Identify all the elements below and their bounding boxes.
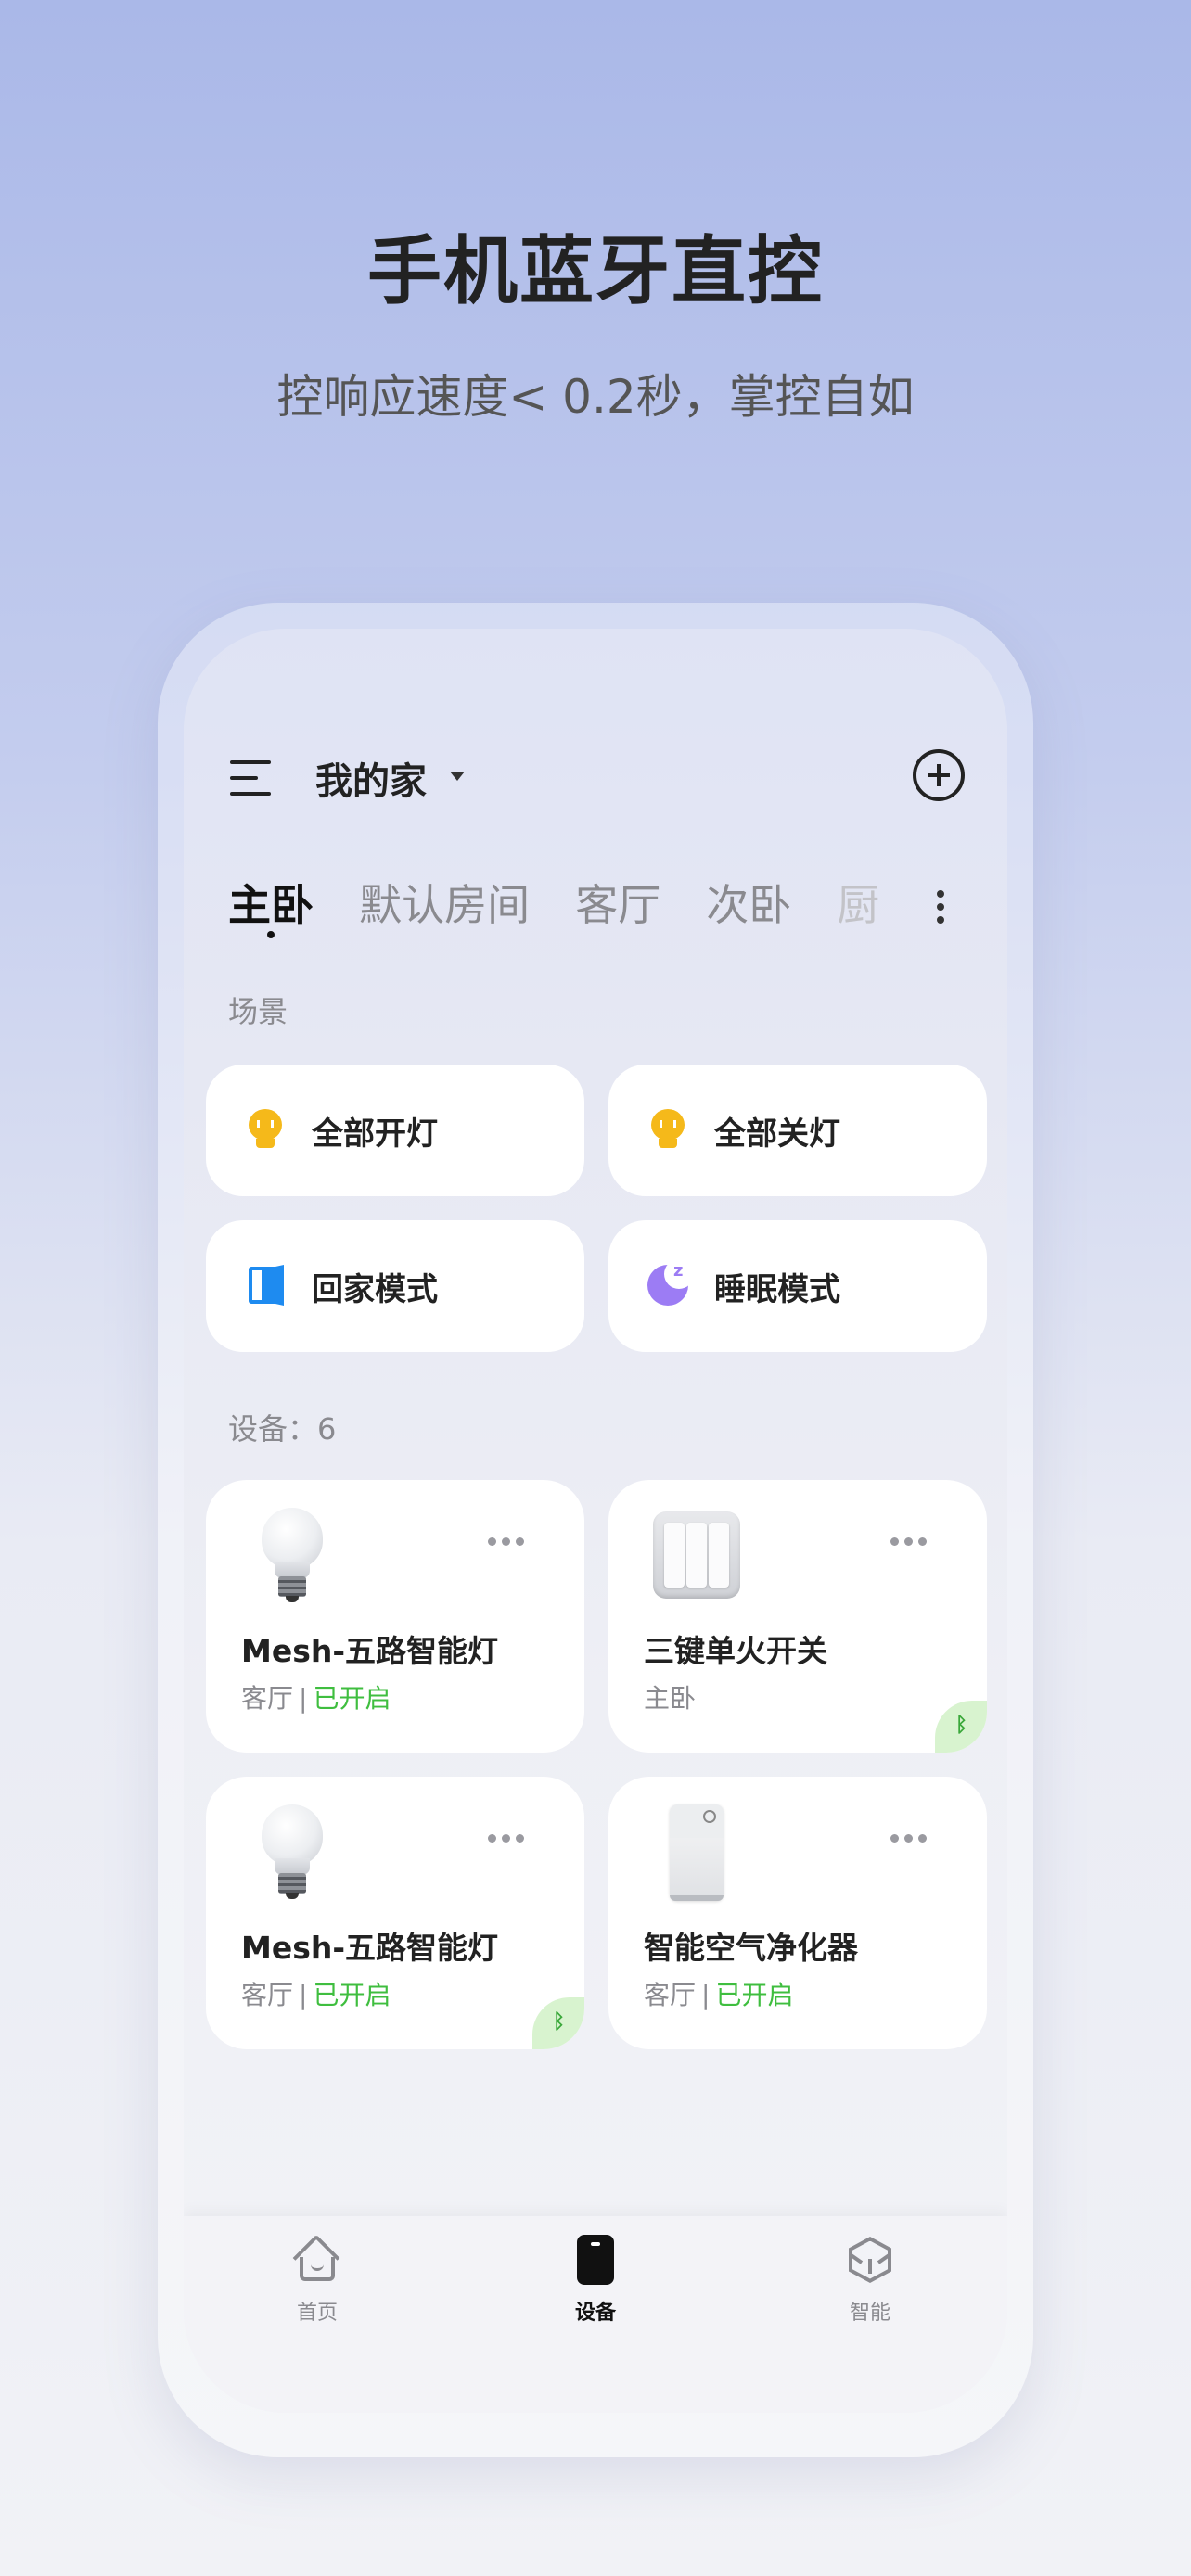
bulb-icon	[245, 1109, 286, 1150]
device-card[interactable]: Mesh-五路智能灯 客厅 | 已开启 ᛒ	[206, 1777, 584, 2049]
more-horizontal-icon[interactable]	[488, 1829, 534, 1843]
scene-label: 睡眠模式	[714, 1271, 840, 1308]
nav-label: 智能	[849, 2302, 890, 2325]
device-name: 智能空气净化器	[644, 1930, 858, 1966]
device-room: 客厅	[241, 1980, 294, 2010]
nav-devices[interactable]: 设备	[540, 2235, 651, 2326]
bluetooth-icon: ᛒ	[955, 1714, 968, 1737]
add-circle-icon[interactable]	[913, 749, 965, 801]
meta-separator: |	[701, 1980, 711, 2010]
device-room: 主卧	[644, 1683, 697, 1714]
nav-home[interactable]: 首页	[262, 2234, 373, 2326]
scene-label: 全部关灯	[714, 1116, 840, 1153]
bulb-image	[260, 1804, 325, 1901]
scene-label: 回家模式	[312, 1271, 438, 1308]
bulb-image	[260, 1508, 325, 1604]
bottom-nav: 首页 设备 智能	[184, 2216, 1007, 2413]
scene-label: 全部开灯	[312, 1116, 438, 1153]
bluetooth-icon: ᛒ	[553, 2010, 566, 2034]
tab-living-room[interactable]: 客厅	[575, 872, 660, 933]
more-horizontal-icon[interactable]	[890, 1829, 937, 1843]
tab-default-room[interactable]: 默认房间	[359, 872, 530, 933]
device-card[interactable]: Mesh-五路智能灯 客厅 | 已开启	[206, 1480, 584, 1753]
bluetooth-badge: ᛒ	[935, 1701, 987, 1753]
scene-all-lights-on[interactable]: 全部开灯	[206, 1065, 584, 1196]
tab-master-bedroom[interactable]: 主卧	[228, 872, 314, 938]
tab-kitchen[interactable]: 厨	[837, 872, 879, 933]
scene-all-lights-off[interactable]: 全部关灯	[608, 1065, 987, 1196]
device-meta: 主卧	[644, 1678, 696, 1715]
purifier-image	[670, 1804, 724, 1901]
phone-screen: 我的家 主卧 默认房间 客厅 次卧 厨 场景 全部开灯 全部关灯 回家模式 z …	[184, 629, 1007, 2413]
tab-second-bedroom[interactable]: 次卧	[706, 872, 791, 933]
hero-subtitle: 控响应速度< 0.2秒，掌控自如	[276, 370, 915, 424]
device-meta: 客厅 | 已开启	[241, 1975, 391, 2012]
hero-title: 手机蓝牙直控	[367, 228, 824, 314]
bulb-icon	[647, 1109, 688, 1150]
home-icon	[292, 2234, 342, 2285]
room-tabs: 主卧 默认房间 客厅 次卧 厨	[228, 872, 896, 946]
devices-count-label: 设备：6	[228, 1411, 337, 1447]
more-horizontal-icon[interactable]	[488, 1532, 534, 1546]
device-icon	[570, 2235, 621, 2285]
bluetooth-badge: ᛒ	[532, 1997, 584, 2049]
device-status: 已开启	[715, 1980, 794, 2010]
scene-sleep-mode[interactable]: z 睡眠模式	[608, 1220, 987, 1352]
menu-icon[interactable]	[230, 760, 271, 796]
switch-image	[653, 1511, 740, 1599]
device-card[interactable]: 三键单火开关 主卧 ᛒ	[608, 1480, 987, 1753]
scenes-label: 场景	[228, 994, 288, 1029]
nav-label: 设备	[574, 2302, 616, 2325]
scene-home-mode[interactable]: 回家模式	[206, 1220, 584, 1352]
device-card[interactable]: 智能空气净化器 客厅 | 已开启	[608, 1777, 987, 2049]
top-bar: 我的家	[184, 740, 1007, 814]
device-status: 已开启	[313, 1683, 391, 1714]
door-icon	[245, 1265, 286, 1306]
device-name: Mesh-五路智能灯	[241, 1930, 499, 1966]
home-selector[interactable]: 我的家	[315, 751, 427, 805]
device-name: 三键单火开关	[644, 1633, 827, 1669]
device-status: 已开启	[313, 1980, 391, 2010]
caret-down-icon[interactable]	[450, 772, 465, 781]
meta-separator: |	[299, 1980, 308, 2010]
device-name: Mesh-五路智能灯	[241, 1633, 499, 1669]
nav-smart[interactable]: 智能	[814, 2235, 926, 2326]
device-meta: 客厅 | 已开启	[241, 1678, 391, 1715]
device-room: 客厅	[644, 1980, 697, 2010]
more-horizontal-icon[interactable]	[890, 1532, 937, 1546]
device-meta: 客厅 | 已开启	[644, 1975, 793, 2012]
meta-separator: |	[299, 1683, 308, 1714]
nav-label: 首页	[296, 2302, 338, 2325]
device-room: 客厅	[241, 1683, 294, 1714]
moon-icon: z	[647, 1259, 694, 1306]
smart-cube-icon	[845, 2235, 895, 2285]
more-vertical-icon[interactable]	[937, 890, 944, 927]
